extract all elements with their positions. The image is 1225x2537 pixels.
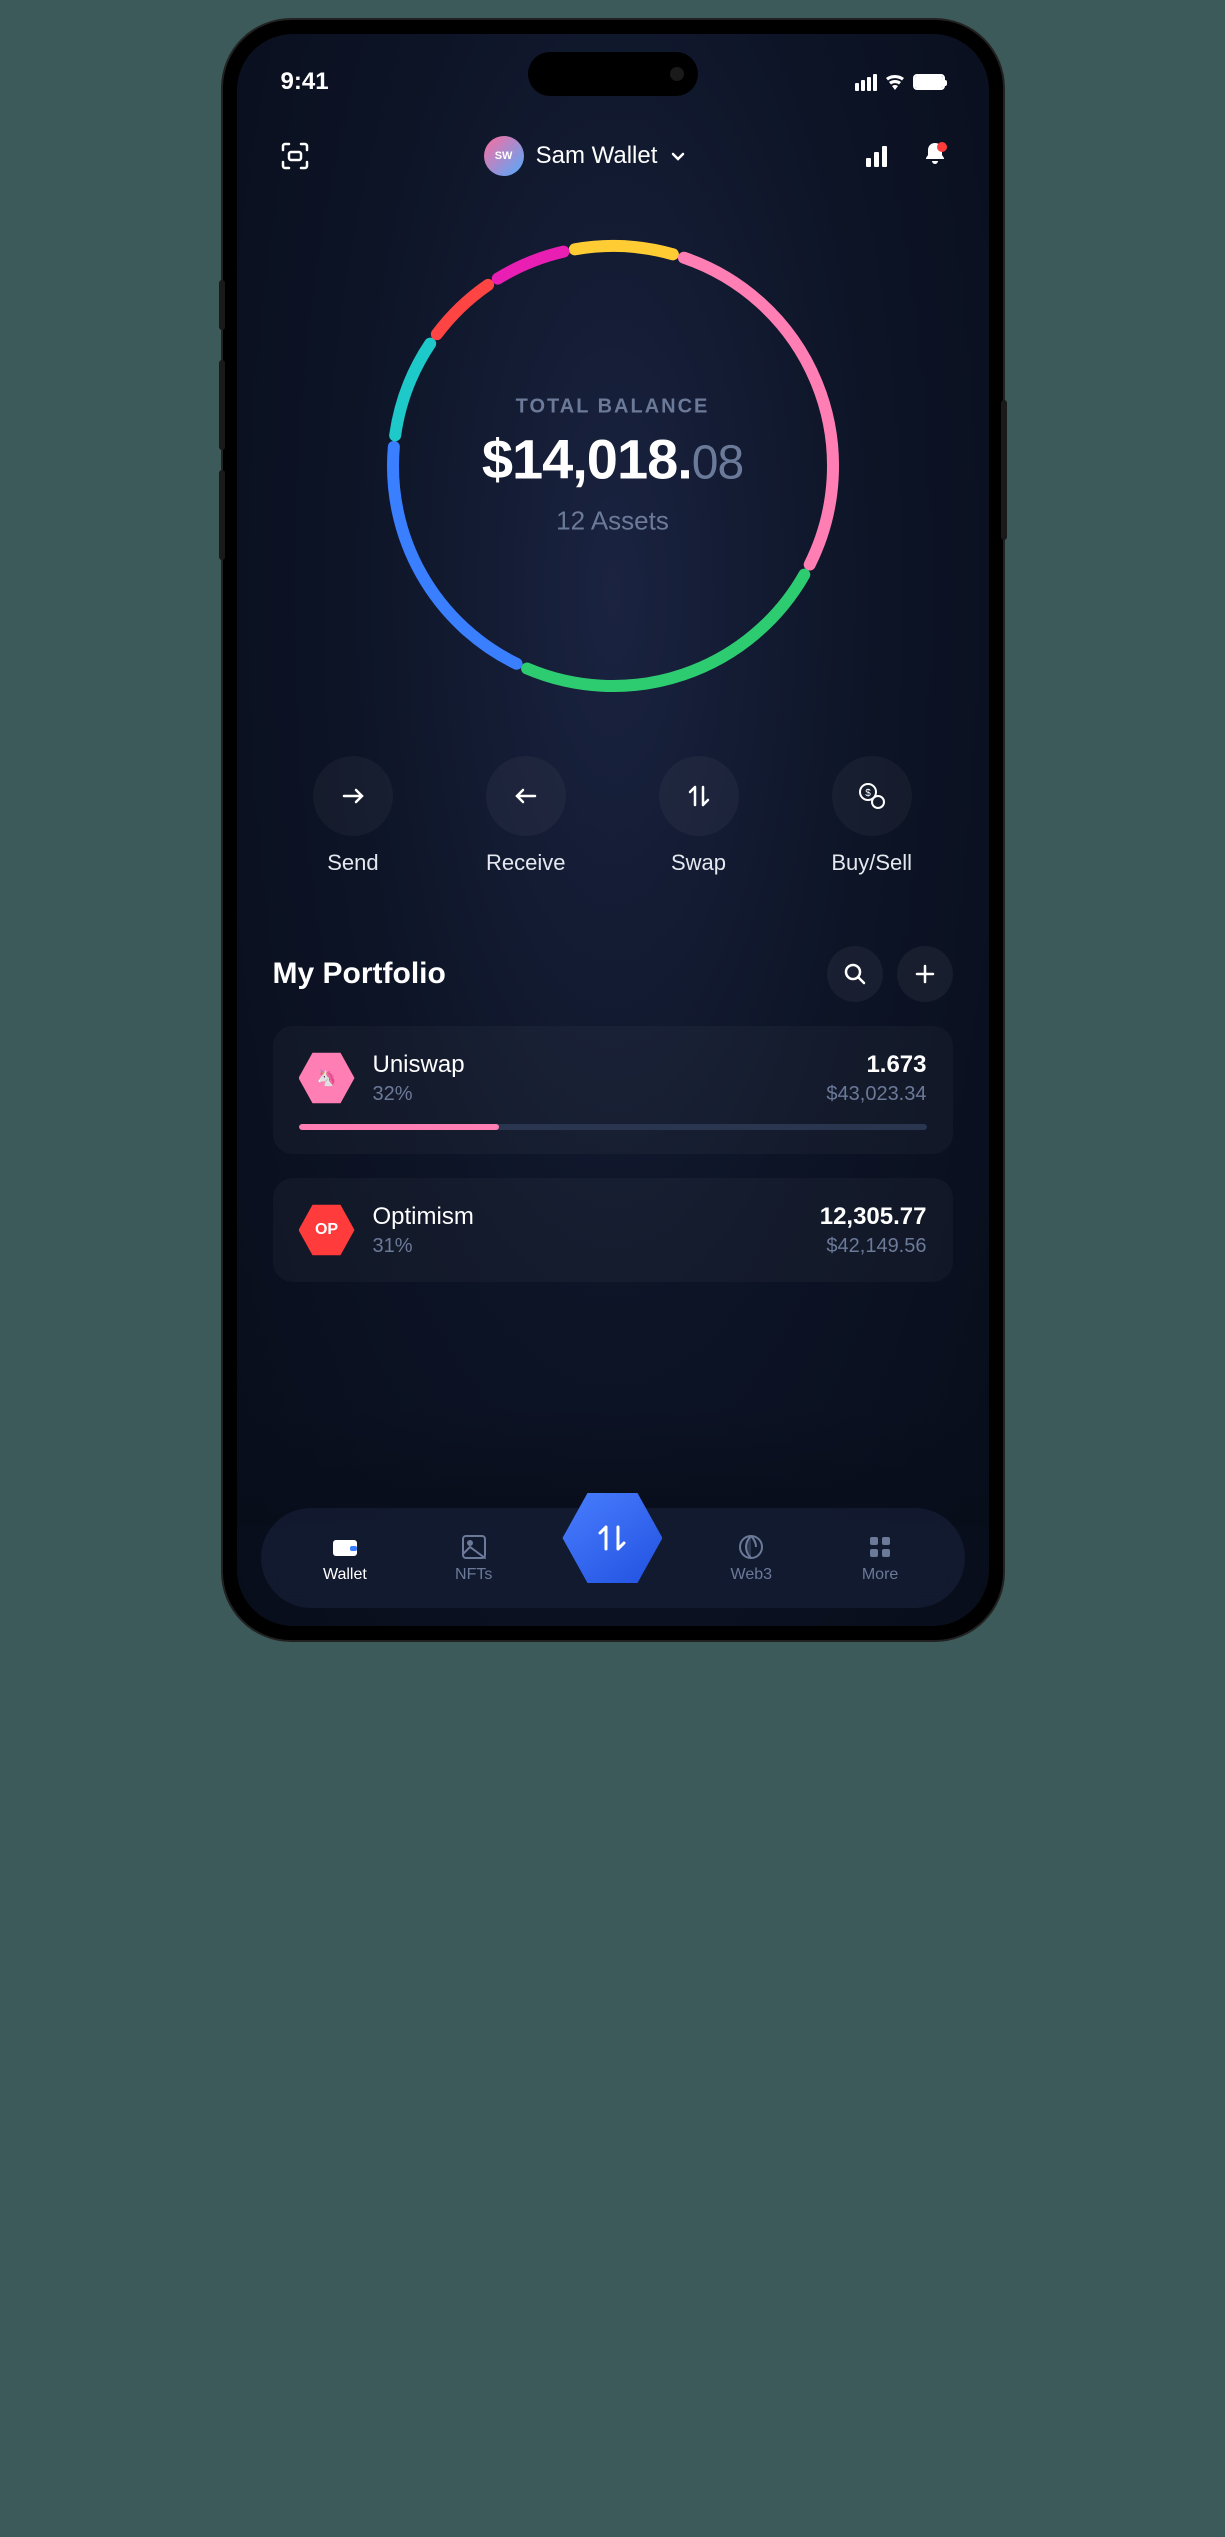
balance-assets-count: 12 Assets [482, 506, 743, 537]
wallet-selector[interactable]: SW Sam Wallet [484, 136, 688, 176]
buysell-icon: $ [832, 756, 912, 836]
asset-amount: 1.673 [826, 1051, 926, 1079]
battery-icon [913, 74, 945, 90]
globe-icon [736, 1532, 766, 1562]
notification-dot [937, 142, 947, 152]
balance-ring: TOTAL BALANCE $14,018.08 12 Assets [237, 216, 989, 716]
nav-web3-label: Web3 [731, 1566, 773, 1584]
asset-row: OP Optimism 31% 12,305.77 $42,149.56 [299, 1202, 927, 1258]
nav-right [859, 138, 949, 174]
asset-icon: 🦄 [299, 1050, 355, 1106]
asset-info: Optimism 31% [373, 1203, 802, 1258]
asset-icon: OP [299, 1202, 355, 1258]
nav-more[interactable]: More [840, 1532, 920, 1584]
status-time: 9:41 [281, 68, 329, 96]
nav-center-swap[interactable] [562, 1488, 662, 1588]
nav-web3[interactable]: Web3 [711, 1532, 791, 1584]
receive-label: Receive [486, 850, 565, 876]
portfolio-section: My Portfolio 🦄 Uniswap [237, 896, 989, 1282]
receive-icon [486, 756, 566, 836]
send-button[interactable]: Send [313, 756, 393, 876]
image-icon [459, 1532, 489, 1562]
asset-row: 🦄 Uniswap 32% 1.673 $43,023.34 [299, 1050, 927, 1106]
balance-whole: $14,018. [482, 428, 692, 491]
balance-label: TOTAL BALANCE [482, 396, 743, 419]
cellular-icon [855, 74, 877, 91]
swap-icon [659, 756, 739, 836]
action-row: Send Receive Swap $ Buy/Sell [237, 716, 989, 896]
nav-nfts[interactable]: NFTs [434, 1532, 514, 1584]
send-label: Send [327, 850, 378, 876]
swap-hex-icon [562, 1488, 662, 1588]
swap-button[interactable]: Swap [659, 756, 739, 876]
asset-name: Optimism [373, 1203, 802, 1231]
search-button[interactable] [827, 946, 883, 1002]
wifi-icon [885, 74, 905, 90]
volume-button [219, 470, 225, 560]
bottom-nav: Wallet NFTs Web3 More [261, 1508, 965, 1608]
asset-usd: $42,149.56 [820, 1235, 927, 1258]
notifications-button[interactable] [921, 140, 949, 173]
status-indicators [855, 74, 945, 91]
send-icon [313, 756, 393, 836]
asset-card[interactable]: 🦄 Uniswap 32% 1.673 $43,023.34 [273, 1026, 953, 1154]
nav-nfts-label: NFTs [455, 1566, 492, 1584]
asset-list: 🦄 Uniswap 32% 1.673 $43,023.34 OP [273, 1026, 953, 1282]
stats-icon[interactable] [859, 138, 895, 174]
wallet-avatar: SW [484, 136, 524, 176]
screen: 9:41 SW Sam Wallet [237, 34, 989, 1626]
nav-more-label: More [862, 1566, 898, 1584]
top-nav: SW Sam Wallet [237, 106, 989, 196]
nav-wallet[interactable]: Wallet [305, 1532, 385, 1584]
wallet-name: Sam Wallet [536, 142, 658, 170]
chevron-down-icon [669, 147, 687, 165]
asset-name: Uniswap [373, 1051, 809, 1079]
scan-icon[interactable] [277, 138, 313, 174]
grid-icon [865, 1532, 895, 1562]
swap-label: Swap [671, 850, 726, 876]
add-button[interactable] [897, 946, 953, 1002]
asset-pct: 31% [373, 1235, 802, 1258]
asset-card[interactable]: OP Optimism 31% 12,305.77 $42,149.56 [273, 1178, 953, 1282]
search-icon [843, 962, 867, 986]
nav-wallet-label: Wallet [323, 1566, 367, 1584]
buysell-button[interactable]: $ Buy/Sell [831, 756, 912, 876]
portfolio-actions [827, 946, 953, 1002]
balance-center: TOTAL BALANCE $14,018.08 12 Assets [482, 396, 743, 537]
dynamic-island [528, 52, 698, 96]
portfolio-title: My Portfolio [273, 957, 446, 991]
asset-usd: $43,023.34 [826, 1083, 926, 1106]
volume-button [219, 360, 225, 450]
asset-amount: 12,305.77 [820, 1203, 927, 1231]
receive-button[interactable]: Receive [486, 756, 566, 876]
portfolio-header: My Portfolio [273, 946, 953, 1002]
buysell-label: Buy/Sell [831, 850, 912, 876]
asset-progress-bar [299, 1124, 927, 1130]
power-button [1001, 400, 1007, 540]
asset-pct: 32% [373, 1083, 809, 1106]
wallet-icon [330, 1532, 360, 1562]
balance-amount: $14,018.08 [482, 427, 743, 492]
plus-icon [913, 962, 937, 986]
wallet-initials: SW [495, 150, 513, 162]
asset-values: 12,305.77 $42,149.56 [820, 1203, 927, 1258]
svg-text:$: $ [865, 788, 871, 799]
balance-cents: 08 [692, 437, 743, 490]
asset-info: Uniswap 32% [373, 1051, 809, 1106]
phone-frame: 9:41 SW Sam Wallet [223, 20, 1003, 1640]
asset-values: 1.673 $43,023.34 [826, 1051, 926, 1106]
volume-button [219, 280, 225, 330]
